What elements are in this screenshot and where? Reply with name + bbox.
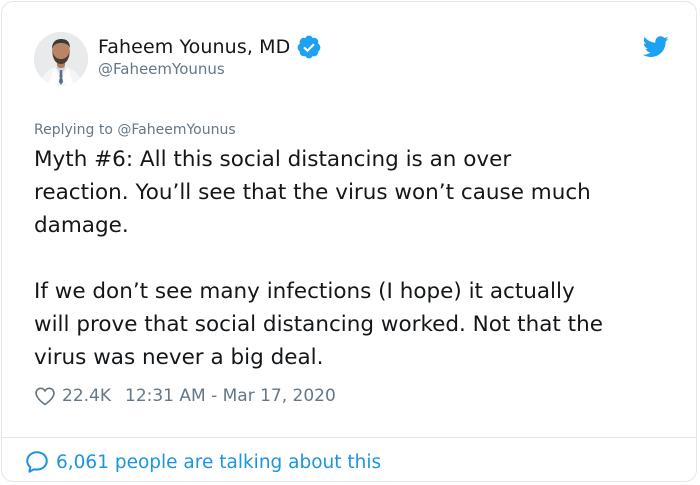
verified-badge-icon xyxy=(296,34,322,60)
author-name[interactable]: Faheem Younus, MD xyxy=(98,36,290,58)
twitter-bird-icon[interactable] xyxy=(642,36,669,58)
avatar[interactable] xyxy=(34,32,88,86)
heart-icon[interactable] xyxy=(34,385,56,407)
tweet-paragraph: If we don’t see many infections (I hope)… xyxy=(34,279,603,370)
tweet-card: Faheem Younus, MD @FaheemYounus Replying… xyxy=(1,1,697,482)
speech-bubble-icon xyxy=(24,449,50,475)
conversation-link[interactable]: 6,061 people are talking about this xyxy=(24,449,381,475)
tweet-paragraph: Myth #6: All this social distancing is a… xyxy=(34,147,591,238)
like-count[interactable]: 22.4K xyxy=(62,386,111,406)
reply-context[interactable]: Replying to @FaheemYounus xyxy=(34,122,236,138)
author-handle[interactable]: @FaheemYounus xyxy=(98,60,225,78)
conversation-count[interactable]: 6,061 people are talking about this xyxy=(56,452,381,473)
timestamp[interactable]: 12:31 AM - Mar 17, 2020 xyxy=(125,386,336,406)
divider xyxy=(2,437,696,438)
tweet-text: Myth #6: All this social distancing is a… xyxy=(34,143,684,374)
author-row: Faheem Younus, MD xyxy=(98,34,322,60)
tweet-stats: 22.4K 12:31 AM - Mar 17, 2020 xyxy=(34,385,336,407)
